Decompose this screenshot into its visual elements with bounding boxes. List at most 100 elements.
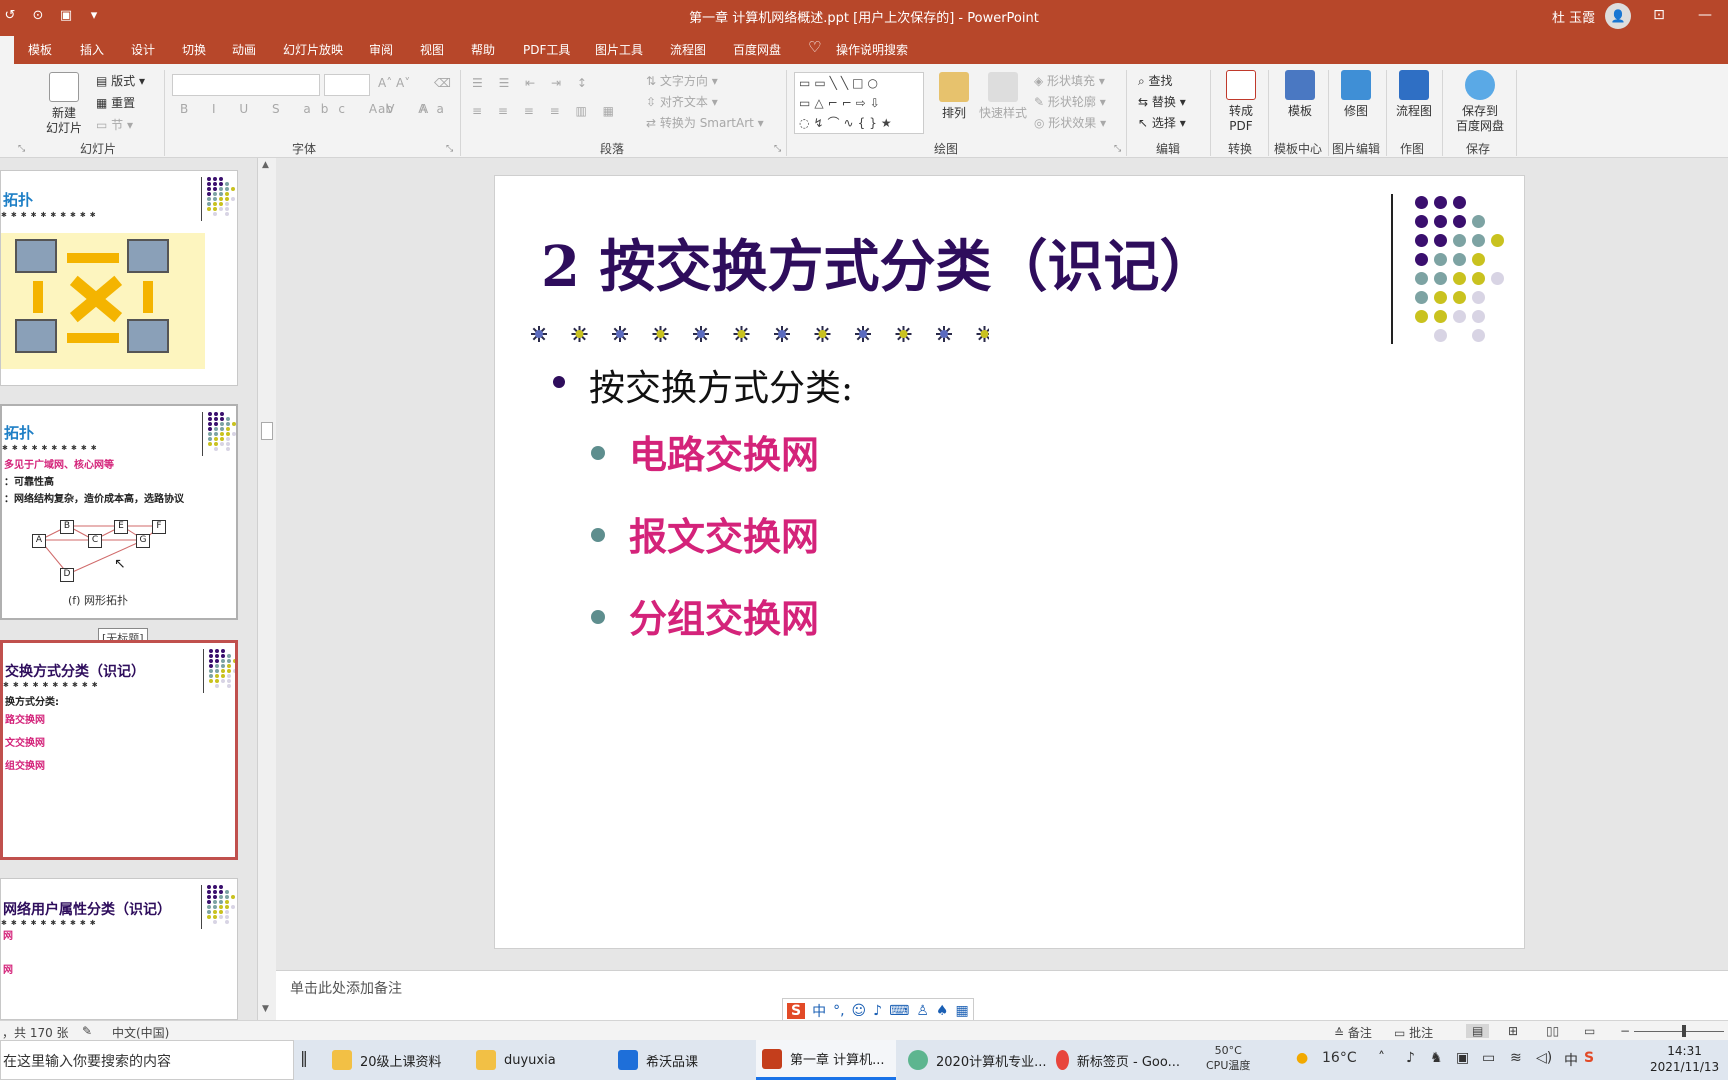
avatar[interactable]: 👤 (1605, 3, 1631, 29)
notes-toggle[interactable]: ≙ 备注 (1334, 1024, 1372, 1041)
weather-icon[interactable]: ● (1296, 1050, 1308, 1066)
normal-view-icon[interactable]: ▤ (1466, 1024, 1490, 1038)
shapes-gallery[interactable]: ▭▭╲╲□○ ▭△⌐⌐⇨⇩ ◌↯⌒∿{}★ (794, 72, 924, 134)
cpu-temperature[interactable]: 50°C CPU温度 (1206, 1043, 1250, 1073)
task-powerpoint[interactable]: 第一章 计算机... (756, 1040, 896, 1080)
arrange-button[interactable]: 排列 (936, 72, 972, 121)
select-button[interactable]: ↖ 选择 ▾ (1138, 114, 1186, 131)
section-button[interactable]: ▭ 节 ▾ (96, 116, 133, 133)
save-to-netdisk-button[interactable]: 保存到 百度网盘 (1452, 70, 1508, 134)
display-icon[interactable]: ▣ (1456, 1050, 1469, 1066)
grow-font-icon[interactable]: A˄ A˅ (378, 76, 410, 90)
retouch-button[interactable]: 修图 (1336, 70, 1376, 119)
taskbar-search-input[interactable]: 在这里输入你要搜索的内容 (0, 1040, 294, 1080)
notes-pane[interactable]: 单击此处添加备注 (276, 970, 1728, 1020)
tab-view[interactable]: 视图 (420, 41, 444, 58)
task-chrome[interactable]: 新标签页 - Goo... (1050, 1040, 1180, 1080)
reset-button[interactable]: ▦ 重置 (96, 94, 135, 111)
align-text-button[interactable]: ⇳ 对齐文本 ▾ (646, 93, 718, 110)
dialog-launcher-icon[interactable]: ⤡ (18, 144, 25, 154)
ime-skin-icon[interactable]: ♠ (936, 1003, 949, 1019)
tab-design[interactable]: 设计 (131, 41, 155, 58)
weather-temperature[interactable]: 16°C (1322, 1050, 1357, 1066)
ime-chinese-mode-icon[interactable]: 中 (812, 1001, 826, 1021)
tab-insert[interactable]: 插入 (80, 41, 104, 58)
scroll-down-icon[interactable]: ▼ (262, 1004, 269, 1014)
convert-pdf-button[interactable]: 转成 PDF (1220, 70, 1262, 134)
task-chat[interactable]: 2020计算机专业... (902, 1040, 1050, 1080)
slide-title[interactable]: 2 按交换方式分类（识记） (541, 222, 1215, 303)
slide-thumbnail[interactable]: 拓扑 ✱✱✱✱✱✱✱✱✱✱ 多见于广域网、核心网等 ：可靠性高 ：网络结构复杂，… (0, 404, 238, 620)
slide-thumbnail[interactable]: 网络用户属性分类（识记） ✱✱✱✱✱✱✱✱✱✱ 网 网 (0, 878, 238, 1020)
zoom-slider[interactable] (1634, 1031, 1724, 1032)
scrollbar-thumb[interactable] (261, 422, 273, 440)
align-icons[interactable]: ≡ ≡ ≡ ≡ ▥ ▦ (472, 104, 620, 118)
text-direction-button[interactable]: ⇅ 文字方向 ▾ (646, 72, 718, 89)
shape-effects-button[interactable]: ◎ 形状效果 ▾ (1034, 114, 1106, 131)
font-size-combo[interactable] (324, 74, 370, 96)
scroll-up-icon[interactable]: ▲ (262, 160, 269, 170)
comments-toggle[interactable]: ▭ 批注 (1394, 1024, 1433, 1041)
reading-view-icon[interactable]: ▯▯ (1546, 1024, 1559, 1038)
clock[interactable]: 14:31 2021/11/13 (1650, 1043, 1719, 1075)
sub-bullet-item[interactable]: 分组交换网 (629, 588, 819, 643)
tab-transitions[interactable]: 切换 (182, 41, 206, 58)
tab-picture-tools[interactable]: 图片工具 (595, 41, 643, 58)
font-format-icons[interactable]: B I U S abc AV Aa (180, 102, 454, 116)
ime-punctuation-icon[interactable]: °, (833, 1003, 844, 1019)
slide-thumbnail[interactable]: 拓扑 ✱✱✱✱✱✱✱✱✱✱ (0, 170, 238, 386)
shape-fill-button[interactable]: ◈ 形状填充 ▾ (1034, 72, 1105, 89)
sub-bullet-item[interactable]: 电路交换网 (629, 424, 819, 479)
slide-sorter-icon[interactable]: ⊞ (1508, 1024, 1518, 1038)
shape-outline-button[interactable]: ✎ 形状轮廓 ▾ (1034, 93, 1106, 110)
task-folder-1[interactable]: 20级上课资料 (326, 1040, 452, 1080)
tab-file-active-edge[interactable] (0, 36, 14, 64)
task-view-icon[interactable]: ‖ (300, 1048, 308, 1067)
language-indicator[interactable]: 中文(中国) (112, 1024, 169, 1041)
volume-icon[interactable]: ◁) (1536, 1050, 1552, 1066)
tab-baidu-netdisk[interactable]: 百度网盘 (733, 41, 781, 58)
task-folder-2[interactable]: duyuxia (470, 1040, 600, 1080)
sogou-logo-icon[interactable]: S (787, 1003, 806, 1019)
user-name[interactable]: 杜 玉霞 (1552, 7, 1595, 26)
convert-smartart-button[interactable]: ⇄ 转换为 SmartArt ▾ (646, 114, 764, 131)
task-seewo[interactable]: 希沃品课 (612, 1040, 742, 1080)
notes-placeholder[interactable]: 单击此处添加备注 (290, 978, 402, 998)
slideshow-view-icon[interactable]: ▭ (1584, 1024, 1595, 1038)
ime-voice-icon[interactable]: ♪ (873, 1003, 882, 1019)
tab-template[interactable]: 模板 (28, 41, 52, 58)
bullet-heading[interactable]: 按交换方式分类: (589, 359, 853, 411)
dialog-launcher-icon[interactable]: ⤡ (446, 144, 453, 154)
replace-button[interactable]: ⇆ 替换 ▾ (1138, 93, 1186, 110)
ribbon-display-options-icon[interactable]: ⊡ (1636, 0, 1682, 32)
wifi-icon[interactable]: ≋ (1510, 1050, 1522, 1066)
template-button[interactable]: 模板 (1280, 70, 1320, 119)
quick-styles-button[interactable]: 快速样式 (976, 72, 1030, 121)
tab-pdf-tools[interactable]: PDF工具 (523, 41, 570, 58)
show-hidden-icons-icon[interactable]: ˄ (1378, 1050, 1385, 1066)
tab-review[interactable]: 审阅 (369, 41, 393, 58)
tab-flowchart[interactable]: 流程图 (670, 41, 706, 58)
slide-thumbnail-selected[interactable]: 交换方式分类（识记） ✱✱✱✱✱✱✱✱✱✱ 换方式分类: 路交换网 文交换网 组… (0, 640, 238, 860)
highlight-icon[interactable]: ab (378, 102, 393, 116)
ime-emoji-icon[interactable]: ☺ (852, 1003, 867, 1019)
flowchart-button[interactable]: 流程图 (1392, 70, 1436, 119)
minimize-icon[interactable]: — (1682, 0, 1728, 32)
zoom-out-icon[interactable]: − (1620, 1024, 1630, 1038)
sub-bullet-item[interactable]: 报文交换网 (629, 506, 819, 561)
zoom-slider-thumb[interactable] (1682, 1025, 1686, 1037)
tell-me-search[interactable]: 操作说明搜索 (836, 41, 908, 58)
sogou-tray-icon[interactable]: S (1584, 1050, 1594, 1066)
layout-button[interactable]: ▤ 版式 ▾ (96, 72, 145, 89)
font-name-combo[interactable] (172, 74, 320, 96)
ime-user-icon[interactable]: ♙ (916, 1003, 929, 1019)
clear-formatting-icon[interactable]: ⌫ (434, 76, 451, 90)
find-button[interactable]: ⌕ 查找 (1138, 72, 1173, 89)
dialog-launcher-icon[interactable]: ⤡ (1114, 144, 1121, 154)
new-slide-button[interactable]: 新建 幻灯片 (38, 72, 90, 136)
tab-slideshow[interactable]: 幻灯片放映 (283, 41, 343, 58)
ime-keyboard-icon[interactable]: ⌨ (889, 1003, 909, 1019)
tab-animations[interactable]: 动画 (232, 41, 256, 58)
thumbnail-scrollbar[interactable]: ▲ ▼ (258, 158, 276, 1020)
slide[interactable]: 2 按交换方式分类（识记） 按交换方式分类: 电路交换网 报文交换网 分组交换网 (494, 175, 1525, 949)
